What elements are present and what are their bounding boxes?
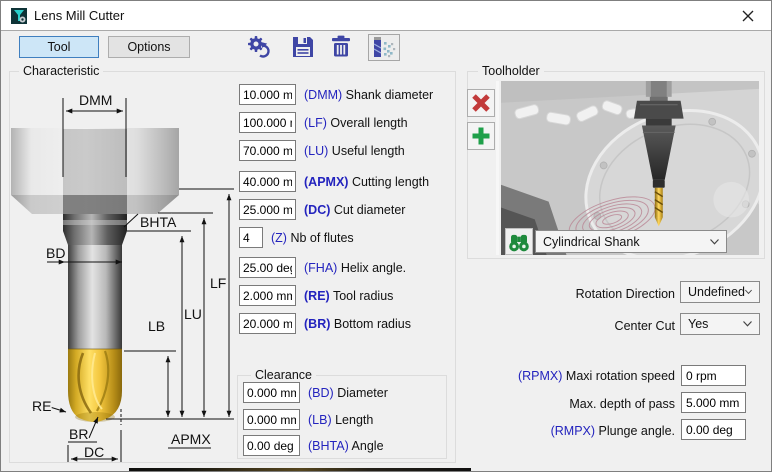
max-depth-input[interactable]: [681, 392, 746, 413]
re-code: (RE): [304, 289, 330, 303]
tool-chip-icon[interactable]: [368, 34, 400, 61]
field-bottom-radius: (BR) Bottom radius: [239, 313, 411, 334]
tab-tool[interactable]: Tool: [19, 36, 99, 58]
background-window-strip: [129, 468, 471, 472]
cutting-length-input[interactable]: [239, 171, 296, 192]
tool-radius-label: Tool radius: [333, 289, 393, 303]
window-title: Lens Mill Cutter: [34, 8, 124, 23]
clearance-angle-label: Angle: [352, 439, 384, 453]
lf-code: (LF): [304, 116, 327, 130]
chevron-down-icon: [710, 239, 719, 245]
field-helix-angle: (FHA) Helix angle.: [239, 257, 406, 278]
lu-code: (LU): [304, 144, 328, 158]
field-cut-diameter: (DC) Cut diameter: [239, 199, 405, 220]
add-toolholder-button[interactable]: [467, 122, 495, 150]
dmm-code: (DMM): [304, 88, 342, 102]
remove-toolholder-button[interactable]: [467, 89, 495, 117]
field-nb-flutes: (Z) Nb of flutes: [239, 227, 354, 248]
z-code: (Z): [271, 231, 287, 245]
close-icon: [742, 10, 754, 22]
tool-radius-input[interactable]: [239, 285, 296, 306]
field-clearance-length: (LB) Length: [243, 409, 373, 430]
helix-angle-label: Helix angle.: [341, 261, 406, 275]
search-toolholder-button[interactable]: [505, 228, 533, 255]
toolholder-group-title: Toolholder: [478, 64, 544, 78]
binoculars-icon: [507, 231, 531, 253]
field-clearance-diameter: (BD) Diameter: [243, 382, 388, 403]
center-cut-value: Yes: [688, 317, 708, 331]
clearance-diameter-input[interactable]: [243, 382, 300, 403]
cutting-length-label: Cutting length: [352, 175, 429, 189]
toolholder-divider: [496, 81, 499, 255]
dc-code: (DC): [304, 203, 330, 217]
rmpx-code: (RMPX): [551, 424, 595, 438]
gear-reset-icon[interactable]: [244, 33, 272, 61]
rotation-direction-value: Undefined: [688, 285, 745, 299]
shank-type-dropdown[interactable]: Cylindrical Shank: [535, 230, 727, 253]
characteristic-group-title: Characteristic: [19, 64, 103, 78]
green-plus-icon: [471, 126, 491, 146]
max-depth-label: Max. depth of pass: [421, 397, 675, 411]
field-tool-radius: (RE) Tool radius: [239, 285, 393, 306]
lens-mill-cutter-dialog: Lens Mill Cutter Tool Options: [0, 0, 772, 472]
bd-code: (BD): [308, 386, 334, 400]
cut-diameter-input[interactable]: [239, 199, 296, 220]
max-rotation-label: (RPMX) Maxi rotation speed: [421, 369, 675, 383]
clearance-length-input[interactable]: [243, 409, 300, 430]
bhta-code: (BHTA): [308, 439, 349, 453]
useful-length-input[interactable]: [239, 140, 296, 161]
rotation-direction-dropdown[interactable]: Undefined: [680, 281, 760, 303]
clearance-group-title: Clearance: [251, 368, 316, 382]
red-cross-icon: [471, 93, 491, 113]
fha-code: (FHA): [304, 261, 337, 275]
shank-type-value: Cylindrical Shank: [543, 235, 640, 249]
bottom-radius-input[interactable]: [239, 313, 296, 334]
overall-length-label: Overall length: [330, 116, 407, 130]
cut-diameter-label: Cut diameter: [334, 203, 406, 217]
center-cut-dropdown[interactable]: Yes: [680, 313, 760, 335]
apmx-code: (APMX): [304, 175, 348, 189]
nb-flutes-label: Nb of flutes: [290, 231, 353, 245]
save-icon[interactable]: [289, 33, 317, 61]
rotation-direction-label: Rotation Direction: [421, 287, 675, 301]
lb-code: (LB): [308, 413, 332, 427]
shank-diameter-input[interactable]: [239, 84, 296, 105]
helix-angle-input[interactable]: [239, 257, 296, 278]
chevron-down-icon: [743, 321, 752, 327]
trash-icon[interactable]: [327, 33, 355, 61]
overall-length-input[interactable]: [239, 112, 296, 133]
field-useful-length: (LU) Useful length: [239, 140, 405, 161]
close-button[interactable]: [733, 5, 763, 27]
app-icon: [11, 8, 27, 24]
max-rotation-input[interactable]: [681, 365, 746, 386]
center-cut-label: Center Cut: [421, 319, 675, 333]
bottom-radius-label: Bottom radius: [334, 317, 411, 331]
plunge-angle-input[interactable]: [681, 419, 746, 440]
clearance-diameter-label: Diameter: [337, 386, 388, 400]
tab-options[interactable]: Options: [108, 36, 190, 58]
field-clearance-angle: (BHTA) Angle: [243, 435, 384, 456]
field-cutting-length: (APMX) Cutting length: [239, 171, 429, 192]
plunge-angle-label: (RMPX) Plunge angle.: [421, 424, 675, 438]
field-overall-length: (LF) Overall length: [239, 112, 408, 133]
toolholder-preview-image: [501, 81, 759, 255]
chevron-down-icon: [745, 289, 752, 295]
nb-flutes-input[interactable]: [239, 227, 263, 248]
useful-length-label: Useful length: [332, 144, 405, 158]
shank-diameter-label: Shank diameter: [346, 88, 434, 102]
rpmx-code: (RPMX): [518, 369, 562, 383]
field-shank-diameter: (DMM) Shank diameter: [239, 84, 433, 105]
clearance-length-label: Length: [335, 413, 373, 427]
titlebar: Lens Mill Cutter: [1, 1, 771, 31]
clearance-angle-input[interactable]: [243, 435, 300, 456]
br-code: (BR): [304, 317, 330, 331]
